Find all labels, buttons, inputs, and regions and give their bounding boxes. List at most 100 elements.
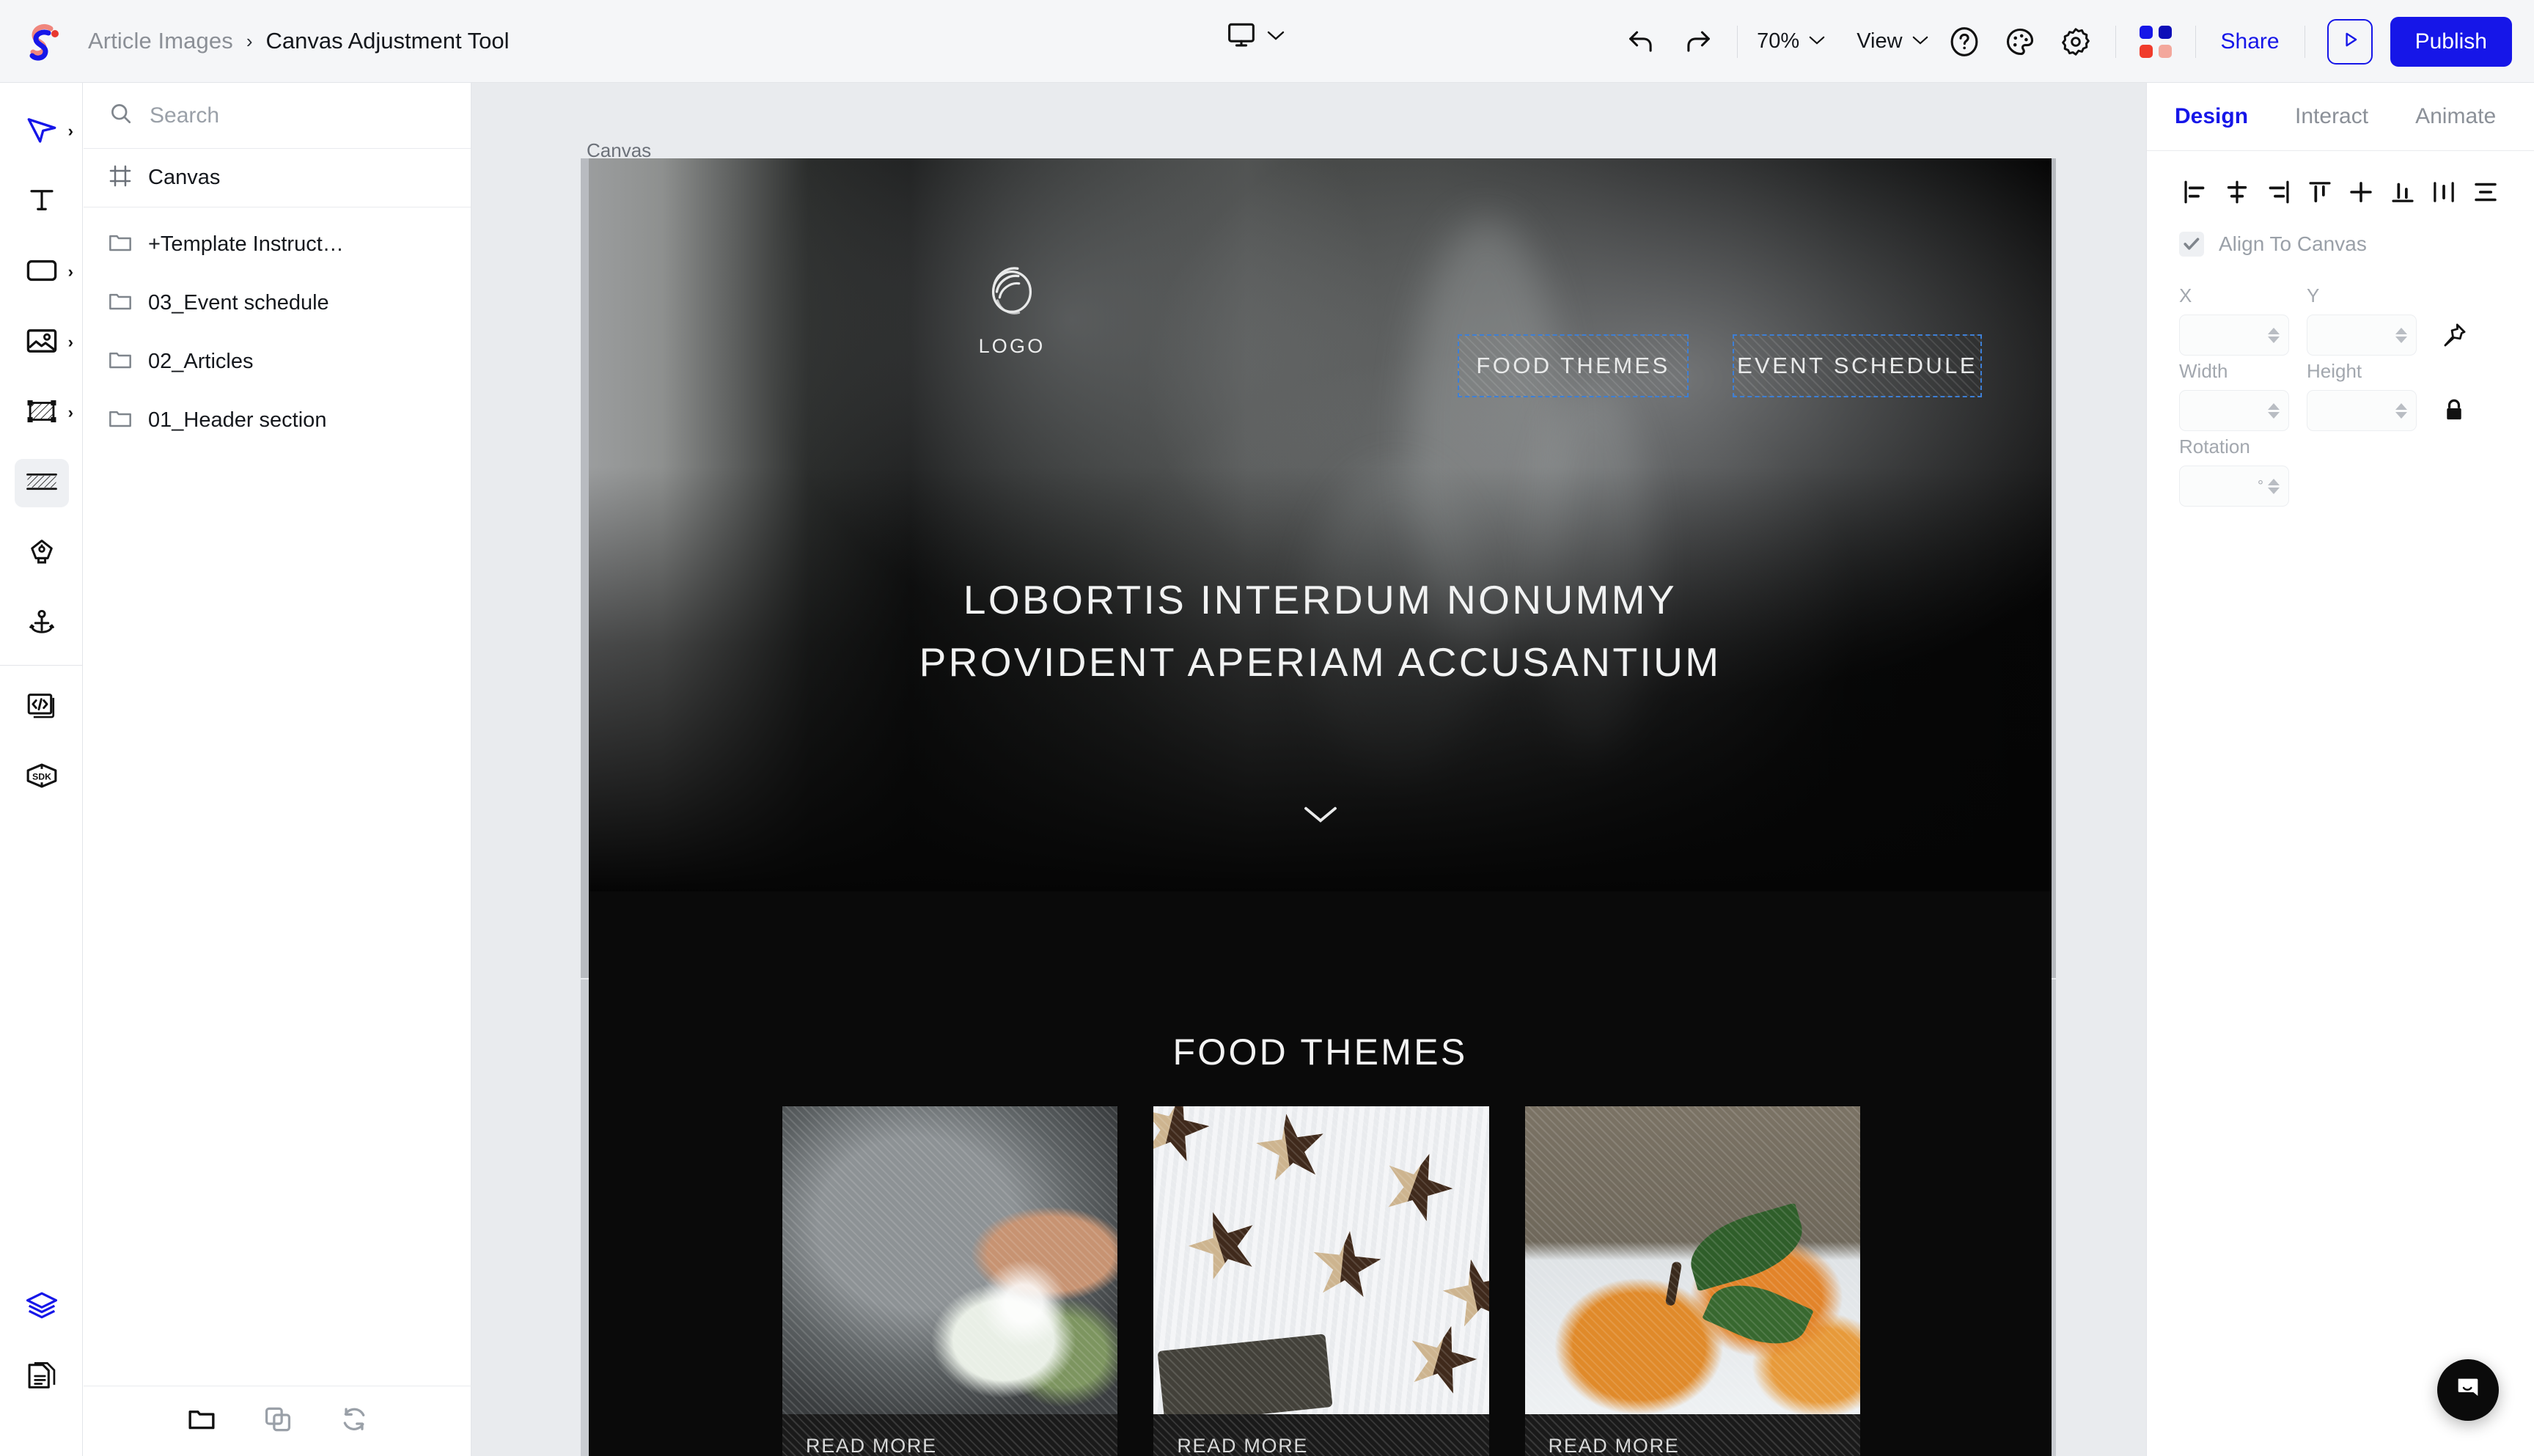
card-body: READ MORE Vitae periores et quaerat proi…: [1524, 1414, 1860, 1456]
folder-icon: [109, 350, 132, 374]
stepper-icon[interactable]: [2268, 327, 2280, 343]
media-tool[interactable]: ›: [0, 378, 83, 448]
page-title: Canvas Adjustment Tool: [265, 28, 510, 54]
read-more-label[interactable]: READ MORE: [1549, 1435, 1837, 1456]
publish-button[interactable]: Publish: [2390, 16, 2512, 67]
pen-tool[interactable]: [0, 518, 83, 589]
share-button[interactable]: Share: [2208, 23, 2293, 60]
theme-card[interactable]: READ MORE Vitae periores et quaerat proi…: [1153, 1106, 1489, 1456]
select-tool[interactable]: ›: [0, 96, 83, 166]
search-input[interactable]: [150, 103, 428, 128]
card-photo: [1524, 1106, 1860, 1414]
stepper-icon[interactable]: [2268, 478, 2280, 494]
artboard[interactable]: LOGO FOOD THEMES EVENT SCHEDULE LOBORTIS…: [589, 158, 2052, 1456]
nav-button-event-schedule[interactable]: EVENT SCHEDULE: [1733, 334, 1982, 397]
play-icon: [2339, 29, 2361, 54]
hero-section[interactable]: LOGO FOOD THEMES EVENT SCHEDULE LOBORTIS…: [589, 158, 2052, 891]
layers-tool[interactable]: [0, 1271, 83, 1341]
divider: [0, 665, 83, 666]
layers-stack-icon: [25, 1290, 59, 1323]
hero-logo[interactable]: LOGO: [964, 257, 1059, 358]
pages-tool[interactable]: [0, 1342, 83, 1413]
tab-interact[interactable]: Interact: [2295, 104, 2368, 129]
theme-card[interactable]: READ MORE Vitae periores et quaerat proi…: [1524, 1106, 1860, 1456]
view-menu[interactable]: View: [1849, 25, 1936, 58]
read-more-label[interactable]: READ MORE: [806, 1435, 1094, 1456]
layer-item-folder[interactable]: 02_Articles: [84, 332, 471, 391]
sdk-tool[interactable]: SDK: [0, 742, 83, 812]
text-tool[interactable]: [0, 166, 83, 237]
redo-button[interactable]: [1676, 21, 1719, 63]
image-icon: [25, 327, 59, 359]
refresh-button[interactable]: [340, 1406, 368, 1436]
width-field[interactable]: [2179, 390, 2289, 431]
layer-item-folder[interactable]: 01_Header section: [84, 391, 471, 449]
sdk-hex-icon: SDK: [24, 761, 59, 794]
align-center-horizontal-icon[interactable]: [2221, 176, 2253, 208]
align-right-icon[interactable]: [2262, 176, 2294, 208]
pushpin-icon[interactable]: [2434, 315, 2474, 356]
shape-tool[interactable]: ›: [0, 237, 83, 307]
x-field[interactable]: [2179, 315, 2289, 356]
align-left-icon[interactable]: [2179, 176, 2211, 208]
inspector-panel: Design Interact Animate Align To Canvas …: [2146, 83, 2534, 1456]
device-selector[interactable]: [1221, 18, 1291, 53]
lock-closed-icon[interactable]: [2434, 390, 2474, 431]
tool-rail: › › › › SDK: [0, 83, 83, 1456]
height-field[interactable]: [2307, 390, 2417, 431]
preview-button[interactable]: [2326, 18, 2373, 65]
undo-button[interactable]: [1620, 21, 1663, 63]
breadcrumb-parent[interactable]: Article Images: [88, 28, 233, 54]
chevron-right-icon[interactable]: ›: [68, 405, 73, 421]
settings-button[interactable]: [2054, 21, 2097, 63]
distribute-vertical-icon[interactable]: [2469, 176, 2502, 208]
chevron-right-icon[interactable]: ›: [68, 334, 73, 350]
align-to-canvas-checkbox[interactable]: [2179, 232, 2204, 257]
nav-button-food-themes[interactable]: FOOD THEMES: [1458, 334, 1689, 397]
layers-panel: Canvas +Template Instruct… 03_Event sche…: [84, 83, 471, 1456]
chevron-right-icon[interactable]: ›: [68, 264, 73, 280]
duplicate-button[interactable]: [264, 1406, 292, 1436]
theme-card[interactable]: READ MORE Vitae periores et quaerat proi…: [782, 1106, 1118, 1456]
y-field[interactable]: [2307, 315, 2417, 356]
tab-animate[interactable]: Animate: [2415, 104, 2496, 129]
chat-button[interactable]: [2437, 1359, 2499, 1421]
stepper-icon[interactable]: [2395, 402, 2407, 419]
nav-button-label: EVENT SCHEDULE: [1737, 353, 1977, 378]
help-button[interactable]: [1943, 21, 1986, 63]
hero-headline-line2: PROVIDENT APERIAM ACCUSANTIUM: [919, 639, 1722, 685]
canvas-area[interactable]: Canvas LOGO FOOD THEMES EVENT SCHEDULE L…: [471, 83, 2146, 1456]
anchor-tool[interactable]: [0, 589, 83, 659]
zoom-selector[interactable]: 70%: [1749, 25, 1833, 58]
width-label: Width: [2179, 360, 2228, 382]
align-bottom-icon[interactable]: [2387, 176, 2419, 208]
folder-icon: [109, 291, 132, 315]
layer-item-canvas[interactable]: Canvas: [84, 149, 471, 207]
folder-icon: [109, 232, 132, 257]
align-to-canvas-row[interactable]: Align To Canvas: [2147, 208, 2534, 257]
stepper-icon[interactable]: [2395, 327, 2407, 343]
distribute-horizontal-icon[interactable]: [2428, 176, 2460, 208]
tab-design[interactable]: Design: [2175, 104, 2248, 129]
layer-item-folder[interactable]: +Template Instruct…: [84, 215, 471, 273]
code-tool[interactable]: [0, 672, 83, 742]
divider: [1737, 25, 1738, 58]
align-middle-vertical-icon[interactable]: [2345, 176, 2377, 208]
image-tool[interactable]: ›: [0, 307, 83, 378]
scroll-down-button[interactable]: [1302, 804, 1339, 829]
view-label: View: [1857, 29, 1903, 53]
chevron-right-icon[interactable]: ›: [68, 123, 73, 139]
theme-button[interactable]: [1999, 21, 2041, 63]
gradient-tool[interactable]: [0, 448, 83, 518]
app-logo-icon[interactable]: [21, 18, 66, 64]
anchor-icon: [26, 607, 57, 641]
rotation-field[interactable]: °: [2179, 466, 2289, 507]
read-more-label[interactable]: READ MORE: [1177, 1435, 1465, 1456]
zoom-value: 70%: [1757, 29, 1800, 53]
new-folder-button[interactable]: [188, 1408, 216, 1435]
layer-item-folder[interactable]: 03_Event schedule: [84, 273, 471, 332]
stepper-icon[interactable]: [2268, 402, 2280, 419]
food-themes-section[interactable]: FOOD THEMES READ MORE Vitae periores et …: [589, 891, 2052, 1456]
align-top-icon[interactable]: [2304, 176, 2336, 208]
apps-grid-button[interactable]: [2134, 21, 2177, 63]
